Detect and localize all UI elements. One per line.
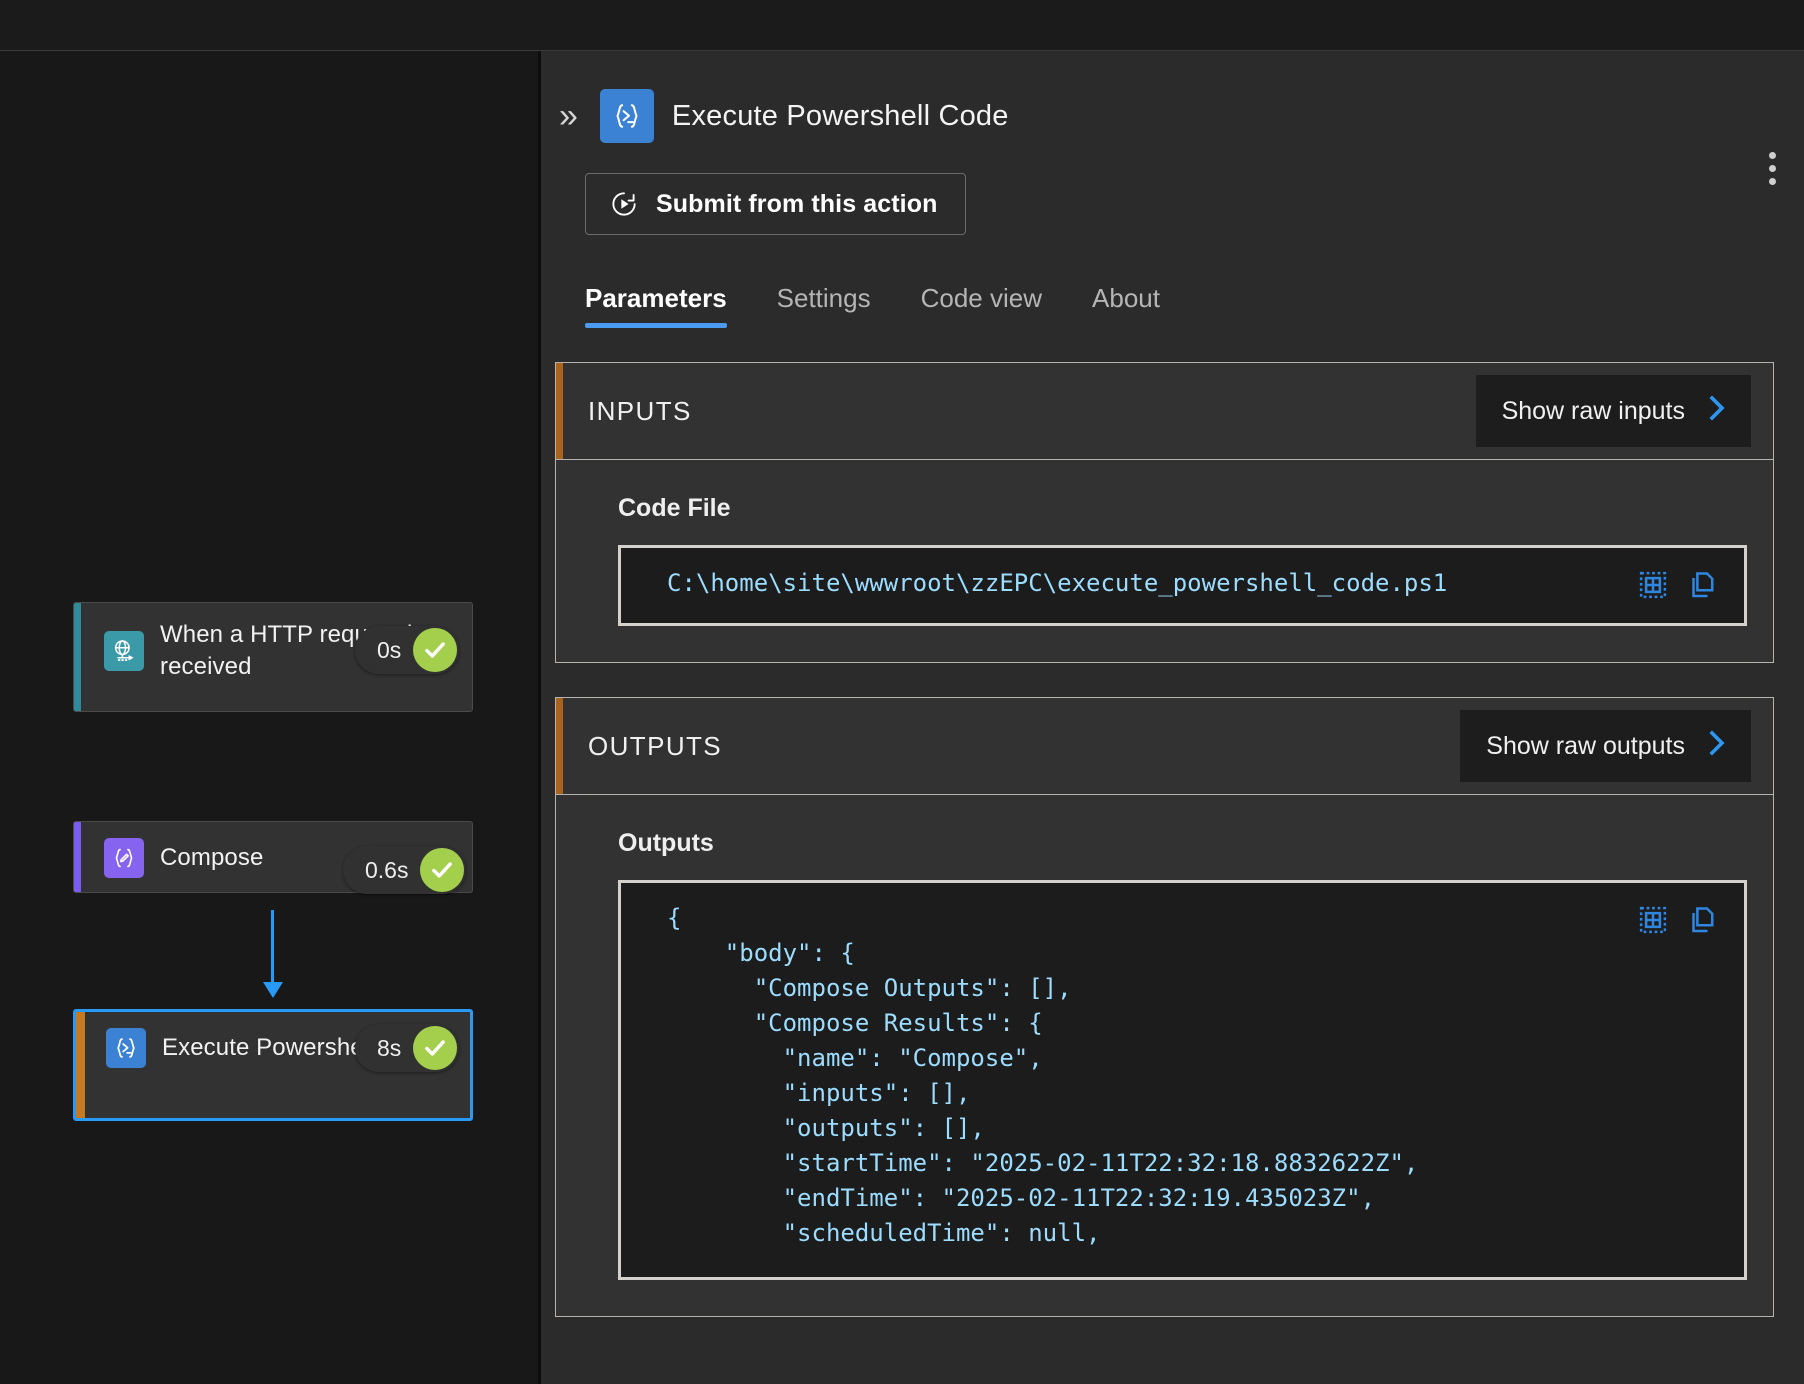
inputs-card-body: Code File C:\home\site\wwwroot\zzEPC\exe… <box>556 460 1773 662</box>
show-raw-inputs-label: Show raw inputs <box>1501 396 1685 425</box>
page-title: Execute Powershell Code <box>671 99 1009 132</box>
app-root: When a HTTP request is received 0s Compo… <box>0 0 1804 1384</box>
inputs-card: INPUTS Show raw inputs Code File C:\home… <box>555 362 1774 663</box>
tab-code-view[interactable]: Code view <box>921 283 1070 328</box>
tab-bar: Parameters Settings Code view About <box>585 283 1804 328</box>
collapse-chevron-icon[interactable]: » <box>555 99 582 133</box>
success-check-icon <box>413 1026 458 1070</box>
chevron-right-icon <box>1707 728 1729 764</box>
success-check-icon <box>413 628 458 672</box>
tab-label: Settings <box>776 283 871 313</box>
copy-icon[interactable] <box>1688 905 1718 940</box>
code-file-actions <box>1638 566 1718 605</box>
outputs-card: OUTPUTS Show raw outputs Outputs { "body… <box>555 697 1774 1317</box>
expand-table-icon[interactable] <box>1638 905 1668 940</box>
submit-from-this-action-button[interactable]: Submit from this action <box>585 173 967 235</box>
play-circle-icon <box>608 188 640 220</box>
chevron-right-icon <box>1707 393 1729 429</box>
details-panel: » Execute Powershell Code Submit from th… <box>541 51 1804 1384</box>
node-duration: 0.6s <box>365 856 409 883</box>
powershell-icon <box>599 89 654 143</box>
node-accent-bar <box>74 822 81 892</box>
tab-about[interactable]: About <box>1092 283 1188 328</box>
copy-icon[interactable] <box>1688 570 1718 605</box>
status-pill-http-trigger: 0s <box>355 626 460 674</box>
outputs-code-box[interactable]: { "body": { "Compose Outputs": [], "Comp… <box>618 880 1747 1280</box>
node-duration: 0s <box>377 636 402 663</box>
show-raw-inputs-button[interactable]: Show raw inputs <box>1475 375 1751 447</box>
tab-settings[interactable]: Settings <box>777 283 899 328</box>
more-options-icon[interactable] <box>1763 146 1782 191</box>
code-file-label: Code File <box>618 494 731 522</box>
tab-label: About <box>1092 283 1160 313</box>
show-raw-outputs-button[interactable]: Show raw outputs <box>1460 710 1751 782</box>
tab-label: Parameters <box>585 283 727 313</box>
tab-parameters[interactable]: Parameters <box>585 283 755 328</box>
compose-braces-icon <box>104 838 144 878</box>
workflow-canvas[interactable]: When a HTTP request is received 0s Compo… <box>0 51 538 1384</box>
http-request-icon <box>104 630 144 671</box>
show-raw-outputs-label: Show raw outputs <box>1486 731 1685 760</box>
node-accent-bar <box>76 1012 85 1118</box>
outputs-accent-bar <box>556 698 563 794</box>
node-duration: 8s <box>377 1034 402 1061</box>
outputs-section-title: OUTPUTS <box>588 730 723 761</box>
top-bar <box>0 0 1804 51</box>
status-pill-compose: 0.6s <box>343 846 467 894</box>
panel-header: » Execute Powershell Code <box>541 51 1804 143</box>
submit-button-label: Submit from this action <box>656 189 938 218</box>
code-file-input[interactable]: C:\home\site\wwwroot\zzEPC\execute_power… <box>618 545 1747 626</box>
powershell-icon <box>106 1028 146 1068</box>
inputs-card-header: INPUTS Show raw inputs <box>556 363 1773 460</box>
tab-label: Code view <box>920 283 1043 313</box>
node-accent-bar <box>74 603 81 711</box>
expand-table-icon[interactable] <box>1638 570 1668 605</box>
flow-node-label: Compose <box>160 844 264 872</box>
code-file-value: C:\home\site\wwwroot\zzEPC\execute_power… <box>667 569 1448 597</box>
status-pill-execute-powershell-code: 8s <box>355 1024 460 1072</box>
success-check-icon <box>420 848 465 892</box>
outputs-label: Outputs <box>618 829 714 857</box>
outputs-actions <box>1638 901 1718 940</box>
inputs-section-title: INPUTS <box>588 395 692 426</box>
outputs-value: { "body": { "Compose Outputs": [], "Comp… <box>667 904 1419 1248</box>
inputs-accent-bar <box>556 363 563 459</box>
outputs-card-header: OUTPUTS Show raw outputs <box>556 698 1773 795</box>
outputs-card-body: Outputs { "body": { "Compose Outputs": [… <box>556 795 1773 1316</box>
